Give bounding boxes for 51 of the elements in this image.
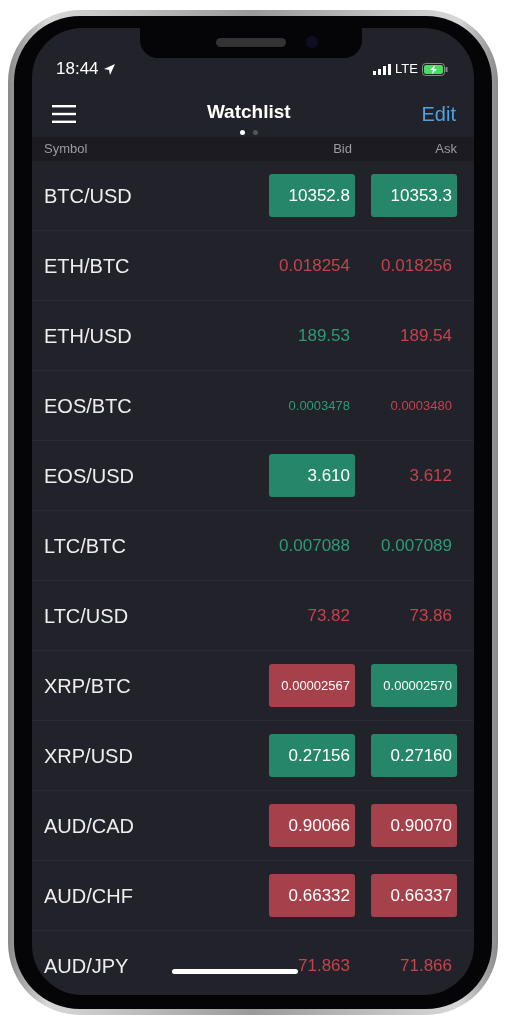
price-text[interactable]: 73.86 <box>371 594 457 637</box>
symbol-label[interactable]: LTC/USD <box>44 600 269 631</box>
page-dot[interactable] <box>252 130 258 136</box>
symbol-label[interactable]: ETH/USD <box>44 320 269 351</box>
price-text[interactable]: 189.53 <box>269 314 355 357</box>
price-text[interactable]: 71.866 <box>371 944 457 987</box>
price-text[interactable]: 0.0003478 <box>269 384 355 427</box>
symbol-label[interactable]: LTC/BTC <box>44 530 269 561</box>
price-text[interactable]: 71.863 <box>269 944 355 987</box>
network-label: LTE <box>395 60 418 79</box>
symbol-label[interactable]: ETH/BTC <box>44 250 269 281</box>
price-badge[interactable]: 0.66332 <box>269 874 355 917</box>
price-badge[interactable]: 10353.3 <box>371 174 457 217</box>
price-text[interactable]: 0.0003480 <box>371 384 457 427</box>
menu-icon[interactable] <box>52 104 76 123</box>
symbol-label[interactable]: XRP/BTC <box>44 670 269 701</box>
battery-charging-icon <box>422 62 448 76</box>
price-badge[interactable]: 0.27160 <box>371 734 457 777</box>
price-badge[interactable]: 0.90070 <box>371 804 457 847</box>
page-dot[interactable] <box>239 130 245 136</box>
status-time: 18:44 <box>56 58 99 81</box>
price-text[interactable]: 0.007088 <box>269 524 355 567</box>
symbol-label[interactable]: EOS/BTC <box>44 390 269 421</box>
price-text[interactable]: 0.007089 <box>371 524 457 567</box>
price-badge[interactable]: 0.27156 <box>269 734 355 777</box>
symbol-label[interactable]: BTC/USD <box>44 180 269 211</box>
symbol-label[interactable]: AUD/CAD <box>44 810 269 841</box>
edit-button[interactable]: Edit <box>421 98 456 129</box>
price-badge[interactable]: 0.66337 <box>371 874 457 917</box>
price-badge[interactable]: 0.00002567 <box>269 664 355 707</box>
price-text[interactable]: 73.82 <box>269 594 355 637</box>
symbol-label[interactable]: AUD/JPY <box>44 950 269 981</box>
price-text[interactable]: 3.612 <box>371 454 457 497</box>
price-text[interactable]: 0.018256 <box>371 244 457 287</box>
signal-icon <box>373 63 392 75</box>
column-header: Ask <box>434 140 457 159</box>
price-badge[interactable]: 3.610 <box>269 454 355 497</box>
symbol-label[interactable]: EOS/USD <box>44 460 269 491</box>
location-arrow-icon <box>102 62 116 76</box>
column-header: Bid <box>332 140 352 159</box>
speaker-icon <box>216 38 286 47</box>
price-badge[interactable]: 0.90066 <box>269 804 355 847</box>
price-text[interactable]: 189.54 <box>371 314 457 357</box>
price-badge[interactable]: 0.00002570 <box>371 664 457 707</box>
symbol-label[interactable]: XRP/USD <box>44 740 269 771</box>
price-text[interactable]: 0.018254 <box>269 244 355 287</box>
symbol-label[interactable]: AUD/CHF <box>44 880 269 911</box>
price-badge[interactable]: 10352.8 <box>269 174 355 217</box>
screen-title: Watchlist <box>206 99 291 124</box>
camera-icon <box>306 36 318 48</box>
column-header: Symbol <box>44 140 89 159</box>
